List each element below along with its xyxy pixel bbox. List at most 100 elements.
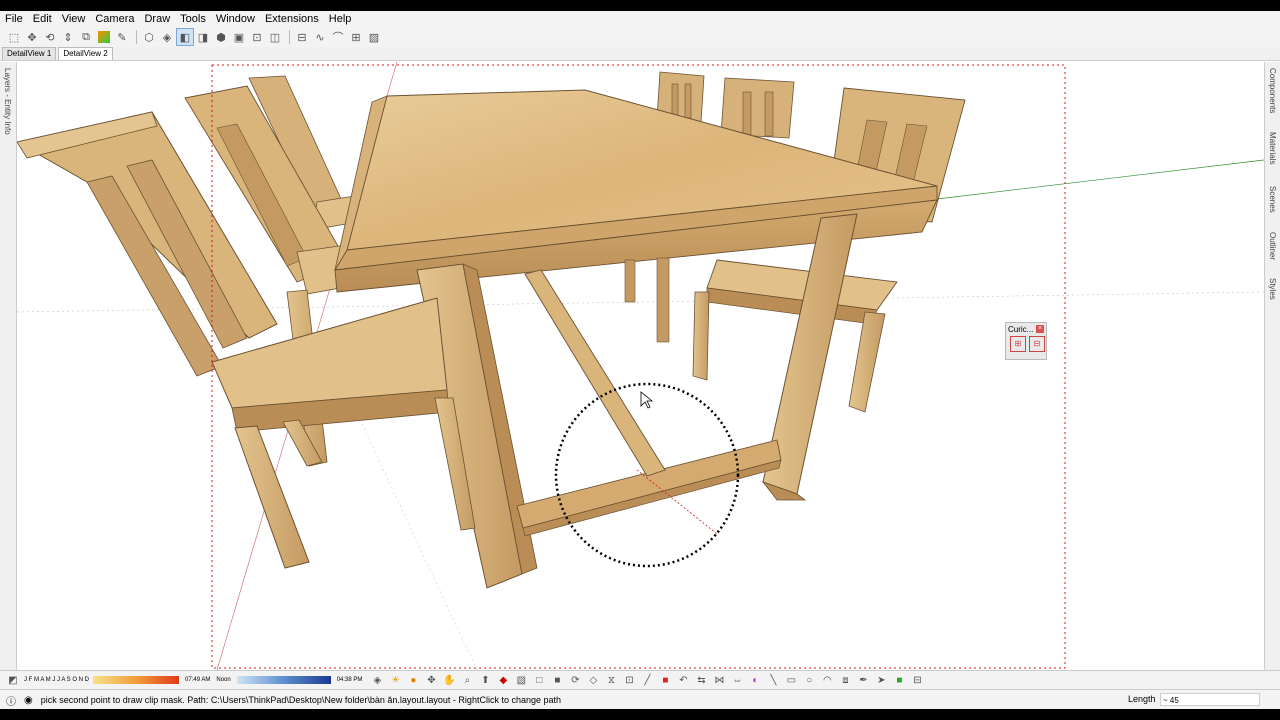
component-icon[interactable]: ⬢ xyxy=(213,29,229,45)
solid-icon[interactable]: ■ xyxy=(550,673,564,687)
dimension-icon[interactable]: ⊟ xyxy=(910,673,924,687)
eraser-icon[interactable]: ▧ xyxy=(514,673,528,687)
rectangle-red-icon[interactable]: ■ xyxy=(658,673,672,687)
close-icon[interactable]: × xyxy=(1036,325,1044,333)
layers-icon[interactable]: ◈ xyxy=(370,673,384,687)
menu-bar: File Edit View Camera Draw Tools Window Extensi… xyxy=(0,11,1280,27)
window-bottom-border xyxy=(0,709,1280,720)
tray-materials[interactable]: Materials xyxy=(1268,132,1277,164)
rotate-tool-icon[interactable]: ⟲ xyxy=(42,29,58,45)
circle-tool-icon[interactable]: ○ xyxy=(802,673,816,687)
mouse-pointer-icon xyxy=(640,391,654,409)
paint-bucket-icon[interactable]: ◆ xyxy=(496,673,510,687)
tray-styles[interactable]: Styles xyxy=(1268,278,1277,300)
bottom-toolbar: ◩ J F M A M J J A S O N D 07:49 AM Noon … xyxy=(0,670,1280,689)
toolbar-separator xyxy=(136,30,137,44)
top-view-icon[interactable]: ◈ xyxy=(159,29,175,45)
walk-icon[interactable]: ⬆ xyxy=(478,673,492,687)
tab-detailview-1[interactable]: DetailView 1 xyxy=(2,47,57,60)
curic-floating-toolbar: Curic... × ⊞ ⊟ xyxy=(1005,322,1047,360)
tray-components[interactable]: Components xyxy=(1268,68,1277,113)
green-cube-icon[interactable]: ■ xyxy=(892,673,906,687)
menu-help[interactable]: Help xyxy=(324,11,357,27)
status-message: pick second point to draw clip mask. Pat… xyxy=(40,695,561,705)
line-tool-icon[interactable]: ╱ xyxy=(640,673,654,687)
left-tray-label[interactable]: Layers - Entity Info xyxy=(3,68,12,135)
layers-stack-icon[interactable]: ◇ xyxy=(586,673,600,687)
scale-icon[interactable]: ⇔ xyxy=(730,673,744,687)
group-icon[interactable]: ▣ xyxy=(231,29,247,45)
arrows-icon[interactable]: ⇆ xyxy=(694,673,708,687)
menu-edit[interactable]: Edit xyxy=(28,11,57,27)
mirror-icon[interactable]: ⧖ xyxy=(604,673,618,687)
time-mid: Noon xyxy=(216,677,231,683)
curic-tool-1-icon[interactable]: ⊞ xyxy=(1010,336,1026,352)
month-slider[interactable] xyxy=(93,676,180,684)
menu-camera[interactable]: Camera xyxy=(90,11,139,27)
move-tool-icon[interactable]: ✥ xyxy=(24,29,40,45)
fog-icon[interactable]: ● xyxy=(406,673,420,687)
cursor-icon[interactable]: ➤ xyxy=(874,673,888,687)
section-tool-icon[interactable]: ⧈ xyxy=(838,673,852,687)
right-tray: Components Materials Scenes Outliner Styles xyxy=(1264,62,1280,670)
box-icon[interactable]: □ xyxy=(532,673,546,687)
sun-icon[interactable]: ☀ xyxy=(388,673,402,687)
pen-icon[interactable]: ✒ xyxy=(856,673,870,687)
status-bar: ⓘ ◉ pick second point to draw clip mask.… xyxy=(0,689,1280,710)
green-axis-line xyxy=(936,159,1264,200)
toolbar-separator xyxy=(289,30,290,44)
month-scale: J F M A M J J A S O N D xyxy=(24,677,90,683)
tab-detailview-2[interactable]: DetailView 2 xyxy=(58,47,113,60)
iso-view-icon[interactable]: ⬡ xyxy=(141,29,157,45)
cube-icon[interactable]: ◫ xyxy=(267,29,283,45)
select-box-icon[interactable]: ⊡ xyxy=(622,673,636,687)
shadow-toggle-icon[interactable]: ◩ xyxy=(6,673,20,687)
frame-icon[interactable]: ⊞ xyxy=(348,29,364,45)
color-swatch-icon[interactable] xyxy=(96,29,112,45)
undo-icon[interactable]: ↶ xyxy=(676,673,690,687)
menu-extensions[interactable]: Extensions xyxy=(260,11,324,27)
weld-icon[interactable]: ⋈ xyxy=(712,673,726,687)
user-icon[interactable]: ◉ xyxy=(24,695,33,706)
hatch-icon[interactable]: ▨ xyxy=(366,29,382,45)
section-cut-icon[interactable]: ◨ xyxy=(195,29,211,45)
paint-tool-icon[interactable]: ✎ xyxy=(114,29,130,45)
scene-icon[interactable]: ⊡ xyxy=(249,29,265,45)
length-input[interactable]: ~ 45 xyxy=(1160,693,1260,706)
pan-icon[interactable]: ✋ xyxy=(442,673,456,687)
draw-line-icon[interactable]: ╲ xyxy=(766,673,780,687)
stretcher-diagonal[interactable] xyxy=(524,269,666,477)
model-canvas[interactable] xyxy=(17,62,1264,670)
menu-view[interactable]: View xyxy=(57,11,91,27)
time-end: 04:38 PM xyxy=(336,677,363,683)
tray-outliner[interactable]: Outliner xyxy=(1268,232,1277,260)
main-toolbar: ⬚ ✥ ⟲ ⇕ ⧉ ✎ ⬡ ◈ ◧ ◨ ⬢ ▣ ⊡ ◫ ⊟ ∿ ⌒ ⊞ ▨ xyxy=(0,27,1280,47)
camera-icon[interactable]: ⊟ xyxy=(294,29,310,45)
menu-draw[interactable]: Draw xyxy=(139,11,175,27)
info-icon[interactable]: ⓘ xyxy=(6,693,16,708)
menu-file[interactable]: File xyxy=(0,11,28,27)
push-pull-icon[interactable]: ⇕ xyxy=(60,29,76,45)
table-leg-back-left[interactable] xyxy=(624,257,670,343)
time-slider[interactable] xyxy=(236,676,331,684)
length-label: Length xyxy=(1128,694,1156,704)
menu-window[interactable]: Window xyxy=(211,11,260,27)
window-top-border xyxy=(0,0,1280,11)
zoom-icon[interactable]: ⌕ xyxy=(460,673,474,687)
section-plane-icon[interactable]: ◧ xyxy=(176,28,194,46)
menu-tools[interactable]: Tools xyxy=(175,11,211,27)
back-chair-right-2[interactable] xyxy=(720,77,795,139)
curic-tool-2-icon[interactable]: ⊟ xyxy=(1029,336,1045,352)
wave-icon[interactable]: ∿ xyxy=(312,29,328,45)
refresh-icon[interactable]: ⟳ xyxy=(568,673,582,687)
tray-scenes[interactable]: Scenes xyxy=(1268,186,1277,213)
arc-tool-icon[interactable]: ◠ xyxy=(820,673,834,687)
rect-tool-icon[interactable]: ▭ xyxy=(784,673,798,687)
select-tool-icon[interactable]: ⬚ xyxy=(6,29,22,45)
model-viewport[interactable] xyxy=(17,62,1264,670)
time-start: 07:49 AM xyxy=(185,677,211,683)
curve-icon[interactable]: ⌒ xyxy=(330,29,346,45)
orbit-icon[interactable]: ✥ xyxy=(424,673,438,687)
offset-icon[interactable]: ⧉ xyxy=(78,29,94,45)
flip-icon[interactable]: ◐ xyxy=(748,673,762,687)
